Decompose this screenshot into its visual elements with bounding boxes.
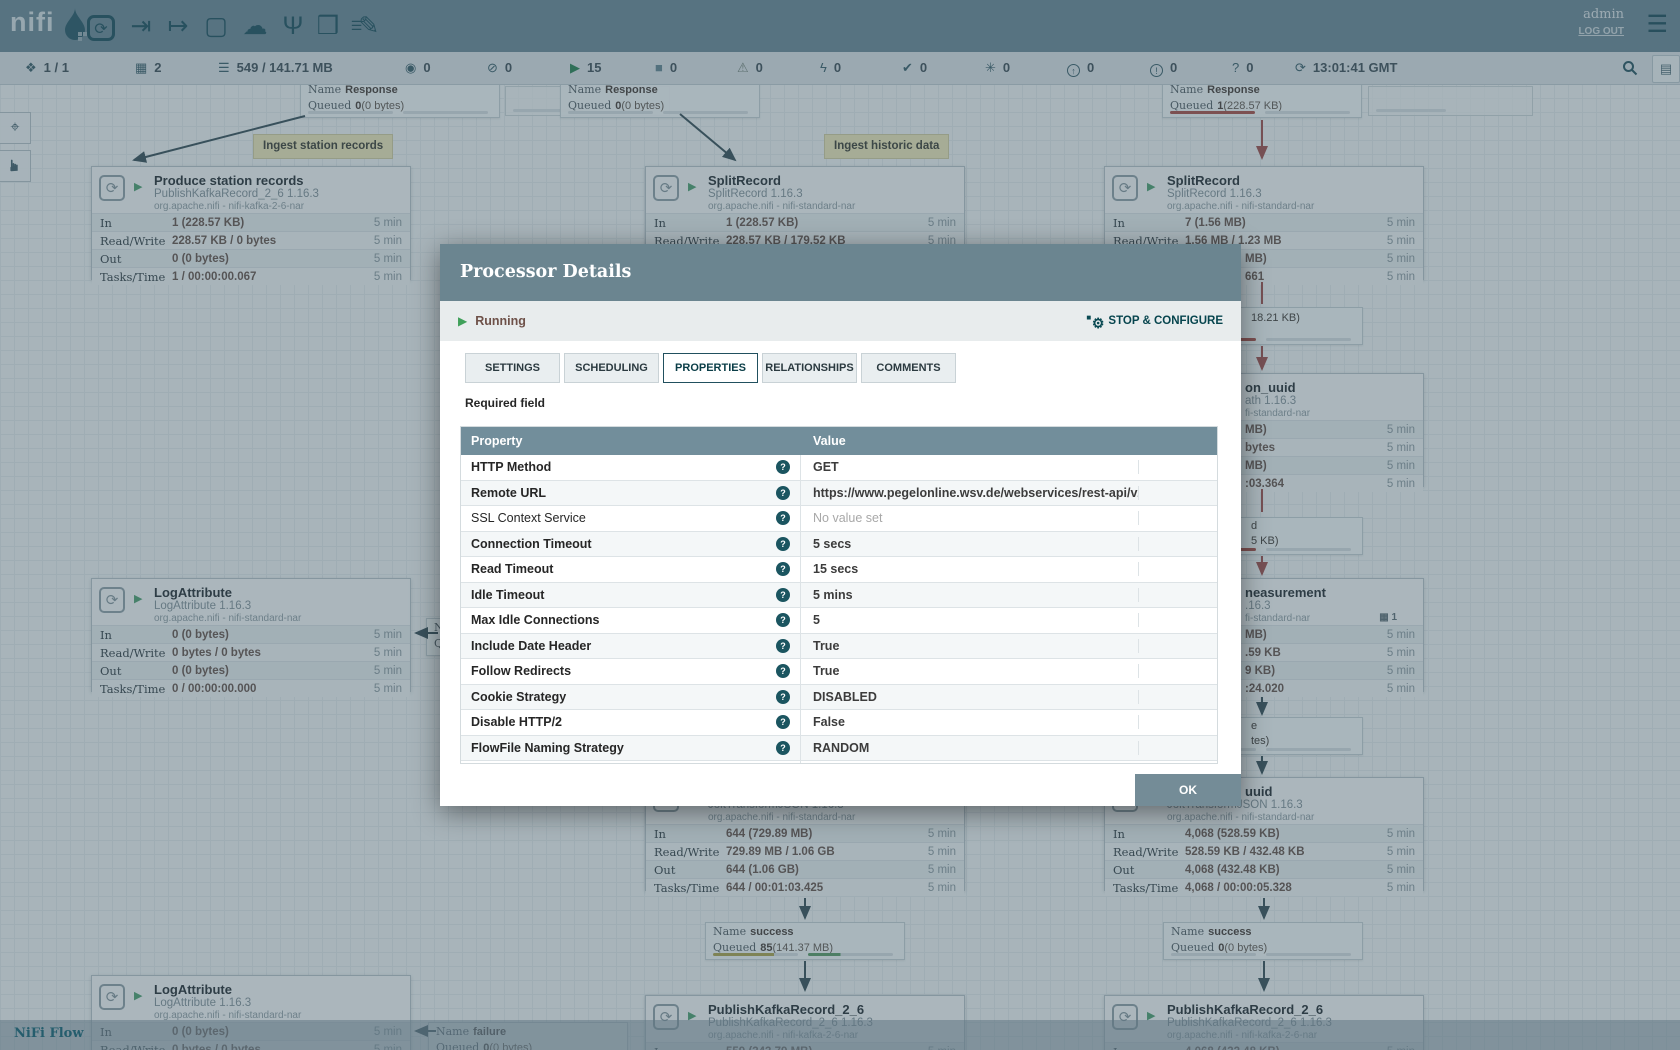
help-icon[interactable]: ? bbox=[776, 715, 790, 729]
help-icon[interactable]: ? bbox=[776, 460, 790, 474]
stop-configure-icon: ■⚙ bbox=[1086, 313, 1103, 329]
help-icon[interactable]: ? bbox=[776, 639, 790, 653]
running-icon: ▶ bbox=[458, 314, 467, 328]
help-icon[interactable]: ? bbox=[776, 613, 790, 627]
processor-details-dialog: Processor Details ▶ Running ■⚙ STOP & CO… bbox=[440, 244, 1241, 806]
tab-comments[interactable]: COMMENTS bbox=[861, 353, 956, 383]
dialog-status-bar: ▶ Running ■⚙ STOP & CONFIGURE bbox=[440, 301, 1241, 341]
property-row: FlowFile Naming Strategy?RANDOM bbox=[461, 736, 1217, 762]
dialog-title: Processor Details bbox=[440, 244, 1241, 301]
property-column-header: Property bbox=[461, 434, 801, 448]
property-row: Max Idle Connections?5 bbox=[461, 608, 1217, 634]
run-status-text: Running bbox=[475, 314, 526, 328]
property-row: SSL Context Service?No value set bbox=[461, 506, 1217, 532]
value-column-header: Value bbox=[801, 434, 1217, 448]
property-row: Include Date Header?True bbox=[461, 634, 1217, 660]
tab-scheduling[interactable]: SCHEDULING bbox=[564, 353, 659, 383]
help-icon[interactable]: ? bbox=[776, 588, 790, 602]
property-row: Read Timeout?15 secs bbox=[461, 557, 1217, 583]
stop-and-configure-button[interactable]: ■⚙ STOP & CONFIGURE bbox=[1086, 313, 1223, 329]
tab-properties[interactable]: PROPERTIES bbox=[663, 353, 758, 383]
property-row: Remote URL?https://www.pegelonline.wsv.d… bbox=[461, 481, 1217, 507]
property-row: Idle Timeout?5 mins bbox=[461, 583, 1217, 609]
table-header: Property Value bbox=[461, 427, 1217, 455]
help-icon[interactable]: ? bbox=[776, 486, 790, 500]
help-icon[interactable]: ? bbox=[776, 511, 790, 525]
property-row: Connection Timeout?5 secs bbox=[461, 532, 1217, 558]
tab-settings[interactable]: SETTINGS bbox=[465, 353, 560, 383]
help-icon[interactable]: ? bbox=[776, 562, 790, 576]
property-row: Attributes to Send?No value set bbox=[461, 761, 1217, 764]
help-icon[interactable]: ? bbox=[776, 664, 790, 678]
ok-button[interactable]: OK bbox=[1135, 774, 1241, 806]
help-icon[interactable]: ? bbox=[776, 741, 790, 755]
properties-table: Property Value HTTP Method?GET Remote UR… bbox=[460, 426, 1218, 764]
help-icon[interactable]: ? bbox=[776, 537, 790, 551]
tab-relationships[interactable]: RELATIONSHIPS bbox=[762, 353, 857, 383]
dialog-tabs: SETTINGS SCHEDULING PROPERTIES RELATIONS… bbox=[465, 353, 960, 383]
property-row: HTTP Method?GET bbox=[461, 455, 1217, 481]
property-row: Disable HTTP/2?False bbox=[461, 710, 1217, 736]
property-row: Follow Redirects?True bbox=[461, 659, 1217, 685]
help-icon[interactable]: ? bbox=[776, 690, 790, 704]
required-field-note: Required field bbox=[465, 396, 545, 410]
property-row: Cookie Strategy?DISABLED bbox=[461, 685, 1217, 711]
